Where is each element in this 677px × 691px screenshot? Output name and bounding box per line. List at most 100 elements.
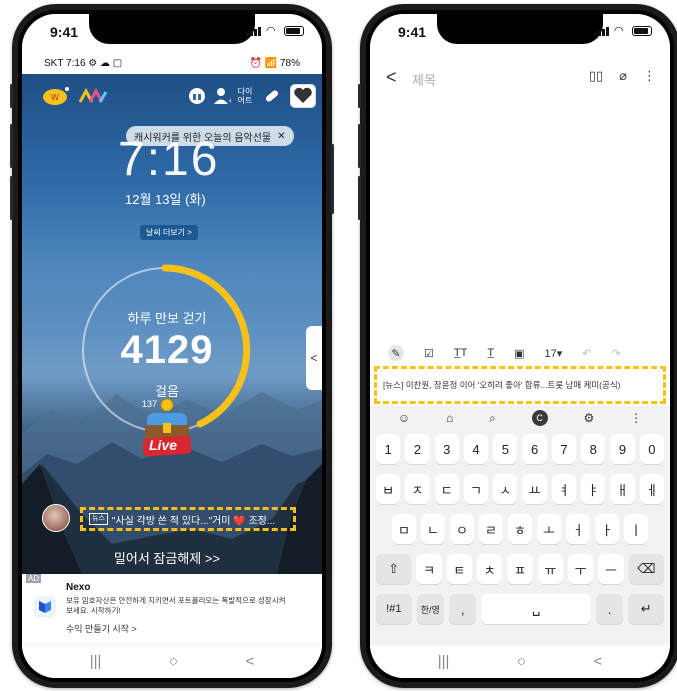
symbols-key[interactable]: !#1: [376, 594, 412, 624]
key-tieut[interactable]: ㅌ: [446, 554, 473, 584]
text-style-icon[interactable]: T̲T: [454, 347, 467, 359]
more-icon[interactable]: ⋮: [643, 68, 656, 84]
pen-icon[interactable]: ✎: [388, 345, 404, 361]
space-key[interactable]: ␣: [481, 594, 591, 624]
settings-icon[interactable]: ⚙: [583, 411, 594, 425]
power-button[interactable]: [331, 144, 334, 214]
key-1[interactable]: 1: [376, 434, 401, 464]
weather-more-button[interactable]: 날씨 더보기 >: [140, 225, 198, 240]
key-i[interactable]: ㅣ: [624, 514, 648, 544]
shift-key[interactable]: ⇧: [376, 554, 412, 584]
c-app-icon[interactable]: C: [531, 410, 548, 426]
key-yu[interactable]: ㅠ: [537, 554, 563, 584]
brand-icon[interactable]: [78, 84, 108, 108]
note-body[interactable]: [370, 98, 670, 340]
cellular-signal-icon: [246, 26, 262, 36]
key-eo[interactable]: ㅓ: [566, 514, 590, 544]
pasted-news-highlight-box[interactable]: [뉴스] 이찬원, 장윤정 이어 '오히려 좋아' 합류...트롯 남매 케미(…: [374, 366, 666, 404]
home-button[interactable]: ○: [169, 653, 178, 670]
key-8[interactable]: 8: [581, 434, 606, 464]
pill-icon[interactable]: [262, 84, 282, 108]
diet-label[interactable]: 다이 어트: [234, 84, 256, 108]
period-key[interactable]: .: [595, 594, 624, 624]
key-rieul[interactable]: ㄹ: [479, 514, 503, 544]
key-yeo[interactable]: ㅕ: [551, 474, 577, 504]
key-u[interactable]: ㅜ: [567, 554, 594, 584]
key-a[interactable]: ㅏ: [595, 514, 619, 544]
consonant-row-3: ⇧ ㅋ ㅌ ㅊ ㅍ ㅠ ㅜ ㅡ ⌫: [376, 554, 665, 584]
svg-text:W: W: [51, 93, 59, 102]
live-treasure-chest-icon[interactable]: Live: [137, 397, 197, 461]
redo-icon[interactable]: ↷: [611, 347, 620, 360]
key-digeut[interactable]: ㄷ: [434, 474, 459, 504]
key-7[interactable]: 7: [551, 434, 577, 464]
attach-icon[interactable]: ⌀: [619, 68, 627, 84]
font-size-select[interactable]: 17▾: [544, 347, 562, 360]
slide-to-unlock[interactable]: 밀어서 잠금해제 >>: [22, 548, 312, 567]
key-chieut[interactable]: ㅊ: [477, 554, 503, 584]
back-button[interactable]: <: [593, 653, 602, 670]
key-pieup[interactable]: ㅍ: [507, 554, 533, 584]
key-2[interactable]: 2: [405, 434, 430, 464]
cashwalk-logo-icon[interactable]: W: [42, 84, 70, 108]
key-ae[interactable]: ㅐ: [610, 474, 635, 504]
volume-up-button[interactable]: [358, 124, 361, 168]
volume-down-button[interactable]: [10, 176, 13, 220]
home-button[interactable]: ○: [517, 653, 526, 670]
key-siot[interactable]: ㅅ: [493, 474, 518, 504]
key-ya[interactable]: ㅑ: [581, 474, 606, 504]
note-title-placeholder[interactable]: 제목: [412, 70, 436, 89]
more-icon[interactable]: ⋮: [630, 411, 642, 425]
checkbox-icon[interactable]: ☑: [424, 347, 434, 360]
search-icon[interactable]: ⌕: [489, 411, 496, 426]
recents-button[interactable]: |||: [90, 653, 102, 670]
key-5[interactable]: 5: [493, 434, 518, 464]
key-ieung[interactable]: ㅇ: [450, 514, 474, 544]
underline-icon[interactable]: T̲: [487, 347, 494, 359]
ad-banner[interactable]: AD Nexo 보유 암호자산은 안전하게 지키면서 포트폴리오는 폭발적으로 …: [22, 574, 322, 654]
key-9[interactable]: 9: [610, 434, 635, 464]
back-button[interactable]: <: [245, 653, 254, 670]
key-4[interactable]: 4: [463, 434, 489, 464]
key-giyeok[interactable]: ㄱ: [463, 474, 489, 504]
language-toggle-key[interactable]: 한/영: [416, 594, 444, 624]
textbox-icon[interactable]: ▣: [514, 347, 524, 360]
key-nieun[interactable]: ㄴ: [421, 514, 445, 544]
key-6[interactable]: 6: [522, 434, 547, 464]
key-yo[interactable]: ㅛ: [522, 474, 547, 504]
lockscreen-wallpaper: W + 다이 어트 캐시워커를 위한 오늘의 음악선물 ✕ 7:16 12월 1…: [22, 74, 322, 574]
key-kieuk[interactable]: ㅋ: [416, 554, 442, 584]
ios-time: 9:41: [398, 24, 427, 40]
key-0[interactable]: 0: [639, 434, 664, 464]
news-ticker[interactable]: 뉴스 "사실 각방 쓴 적 있다..."거미 ❤️ 조정...: [42, 504, 314, 534]
volume-up-button[interactable]: [10, 124, 13, 168]
ios-time: 9:41: [50, 24, 79, 40]
key-e[interactable]: ㅔ: [639, 474, 664, 504]
key-eu[interactable]: ㅡ: [598, 554, 624, 584]
key-bieup[interactable]: ㅂ: [376, 474, 401, 504]
comparison-stage: 9:41 ◠ SKT 7:16 ⚙ ☁ ▢ ⏰ 📶 78% W + 다이 어트 …: [0, 0, 677, 691]
volume-down-button[interactable]: [358, 176, 361, 220]
key-o[interactable]: ㅗ: [537, 514, 561, 544]
ad-cta-link[interactable]: 수익 만들기 시작 >: [66, 622, 137, 635]
backspace-key[interactable]: ⌫: [628, 554, 665, 584]
emoji-icon[interactable]: ☺: [398, 411, 410, 425]
enter-key[interactable]: ↵: [628, 594, 664, 624]
news-highlight-box[interactable]: 뉴스 "사실 각방 쓴 적 있다..."거미 ❤️ 조정...: [80, 507, 296, 531]
side-drawer-handle[interactable]: <: [306, 326, 322, 390]
back-icon[interactable]: <: [386, 67, 397, 88]
key-jieut[interactable]: ㅈ: [405, 474, 430, 504]
key-hieut[interactable]: ㅎ: [508, 514, 532, 544]
book-icon[interactable]: ▯▯: [589, 68, 603, 84]
key-3[interactable]: 3: [434, 434, 459, 464]
clipboard-icon[interactable]: ⌂: [446, 411, 453, 425]
gift-icon[interactable]: [186, 84, 208, 108]
recents-button[interactable]: |||: [438, 653, 450, 670]
undo-icon[interactable]: ↶: [582, 347, 591, 360]
close-icon[interactable]: ✕: [277, 131, 285, 142]
comma-key[interactable]: ,: [449, 594, 477, 624]
heart-icon[interactable]: [290, 84, 316, 108]
right-phone: 9:41 ◠ < 제목 ▯▯ ⌀ ⋮ ✎ ☑ T̲T T̲ ▣ 17▾ ↶ ↷ …: [358, 4, 677, 688]
key-mieum[interactable]: ㅁ: [392, 514, 416, 544]
person-icon[interactable]: +: [212, 84, 232, 108]
